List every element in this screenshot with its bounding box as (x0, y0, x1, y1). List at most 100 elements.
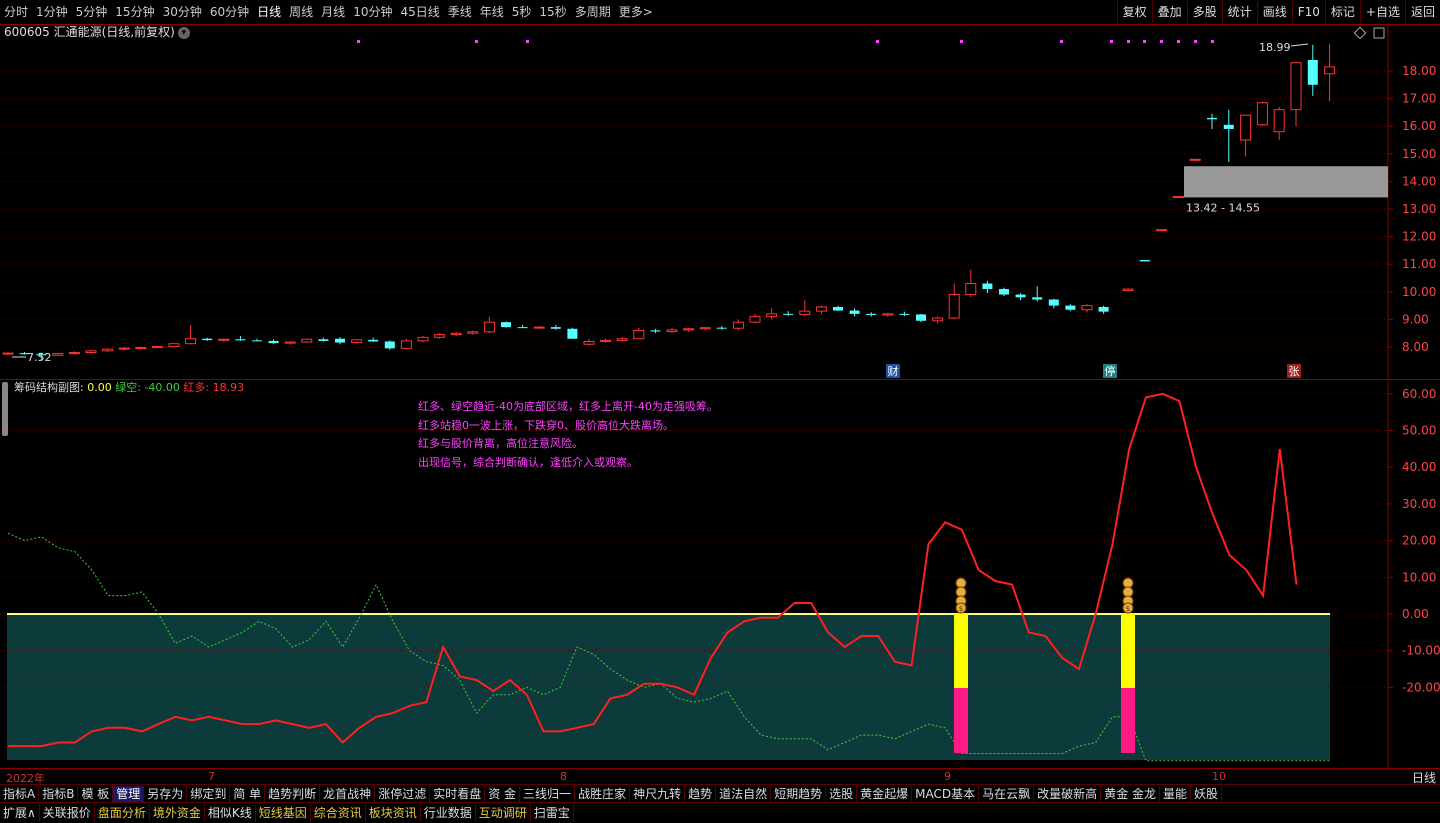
indicator-button[interactable]: 管理 (113, 785, 145, 803)
candlestick[interactable] (85, 349, 97, 354)
candlestick[interactable] (633, 327, 645, 340)
toolbar-button[interactable]: 统计 (1221, 1, 1257, 23)
candlestick[interactable] (533, 326, 545, 329)
diamond-icon[interactable] (1353, 26, 1367, 40)
candlestick[interactable] (716, 326, 727, 330)
indicator-button[interactable]: 趋势判断 (265, 785, 321, 803)
candlestick[interactable] (1324, 43, 1336, 102)
indicator-chart[interactable]: 60.00 50.00 40.00 30.00 20.00 10.00 0.00 -10.00… (0, 380, 1440, 768)
indicator-button[interactable]: 马在云飘 (979, 785, 1035, 803)
candlestick[interactable] (1098, 305, 1109, 314)
extension-button[interactable]: 扩展∧ (0, 804, 40, 822)
candlestick[interactable] (666, 327, 678, 334)
candlestick[interactable] (982, 280, 993, 294)
candlestick[interactable] (732, 319, 744, 331)
extension-button[interactable]: 互动调研 (476, 804, 531, 822)
candlestick[interactable] (1048, 298, 1059, 309)
extension-button[interactable]: 境外资金 (150, 804, 205, 822)
indicator-button[interactable]: 涨停过滤 (375, 785, 431, 803)
candlestick[interactable] (467, 330, 479, 335)
toolbar-button[interactable]: 标记 (1324, 1, 1360, 23)
period-tab[interactable]: 5秒 (508, 0, 536, 24)
period-tab[interactable]: 年线 (476, 0, 508, 24)
indicator-button[interactable]: 指标B (39, 785, 79, 803)
candlestick[interactable] (1032, 286, 1043, 302)
event-marker[interactable]: 财 (886, 364, 900, 378)
candlestick[interactable] (268, 339, 279, 345)
candlestick[interactable] (1189, 158, 1201, 161)
candlestick[interactable] (766, 308, 778, 320)
candlestick[interactable] (284, 341, 296, 345)
candlestick[interactable] (799, 300, 811, 317)
toolbar-button[interactable]: +自选 (1359, 1, 1405, 23)
extension-button[interactable]: 综合资讯 (311, 804, 366, 822)
candlestick[interactable] (567, 327, 578, 339)
candlestick[interactable] (2, 352, 14, 356)
candlestick[interactable] (583, 338, 595, 346)
candlestick[interactable] (185, 324, 197, 345)
candlestick[interactable] (999, 287, 1009, 296)
period-tab[interactable]: 更多> (615, 0, 657, 24)
indicator-button[interactable]: 简 单 (230, 785, 266, 803)
toolbar-button[interactable]: F10 (1291, 1, 1325, 23)
indicator-button[interactable]: 量能 (1160, 785, 1192, 803)
candlestick[interactable] (1240, 114, 1252, 157)
period-tab[interactable]: 60分钟 (206, 0, 253, 24)
candlestick[interactable] (218, 338, 230, 343)
extension-button[interactable]: 关联报价 (40, 804, 95, 822)
candlestick[interactable] (318, 337, 329, 342)
indicator-button[interactable]: 道法自然 (716, 785, 772, 803)
candlestick[interactable] (783, 311, 794, 317)
candlestick[interactable] (151, 345, 163, 349)
period-tab[interactable]: 15秒 (535, 0, 570, 24)
indicator-button[interactable]: 绑定到 (187, 785, 231, 803)
candlestick[interactable] (616, 337, 628, 342)
signal-bar[interactable]: $ (954, 577, 968, 753)
candlestick[interactable] (384, 340, 395, 350)
candlestick[interactable] (965, 269, 977, 298)
candlestick[interactable] (916, 313, 926, 323)
indicator-button[interactable]: 趋势 (685, 785, 717, 803)
candlestick[interactable] (517, 324, 528, 329)
signal-bar[interactable]: $ (1121, 577, 1135, 753)
square-icon[interactable] (1373, 27, 1385, 39)
indicator-button[interactable]: 另存为 (144, 785, 188, 803)
candlestick[interactable] (252, 338, 262, 342)
toolbar-button[interactable]: 多股 (1186, 1, 1222, 23)
period-tab[interactable]: 周线 (285, 0, 317, 24)
candlestick[interactable] (1065, 304, 1076, 312)
candlestick[interactable] (866, 312, 877, 317)
indicator-button[interactable]: 三线归一 (520, 785, 576, 803)
candlestick[interactable] (1273, 106, 1285, 140)
extension-button[interactable]: 扫雷宝 (531, 804, 574, 822)
candlestick[interactable] (1139, 260, 1150, 262)
candlestick[interactable] (202, 337, 213, 341)
toolbar-button[interactable]: 复权 (1116, 1, 1152, 23)
candlestick[interactable] (434, 333, 446, 339)
candlestick[interactable] (882, 312, 894, 317)
indicator-button[interactable]: 龙首战神 (320, 785, 376, 803)
indicator-button[interactable]: 指标A (0, 785, 40, 803)
candlestick[interactable] (1290, 62, 1302, 127)
indicator-button[interactable]: 改量破新高 (1034, 785, 1102, 803)
candlestick[interactable] (1307, 44, 1318, 96)
indicator-button[interactable]: 神尺九转 (630, 785, 686, 803)
candlestick[interactable] (683, 327, 695, 332)
candlestick[interactable] (600, 338, 612, 343)
candlestick[interactable] (1015, 293, 1026, 301)
candlestick[interactable] (833, 305, 843, 312)
extension-button[interactable]: 行业数据 (421, 804, 476, 822)
period-tab[interactable]: 日线 (253, 0, 285, 24)
indicator-button[interactable]: 黄金起爆 (857, 785, 913, 803)
extension-button[interactable]: 相似K线 (205, 804, 256, 822)
candlestick[interactable] (650, 328, 661, 334)
period-tab[interactable]: 月线 (317, 0, 349, 24)
candlestick[interactable] (899, 311, 910, 317)
candlestick[interactable] (417, 335, 429, 343)
period-tab[interactable]: 季线 (444, 0, 476, 24)
toolbar-button[interactable]: 返回 (1404, 1, 1440, 23)
event-marker[interactable]: 停 (1103, 364, 1117, 378)
period-tab[interactable]: 5分钟 (72, 0, 112, 24)
candlestick[interactable] (699, 327, 711, 331)
candlestick[interactable] (1156, 229, 1168, 232)
